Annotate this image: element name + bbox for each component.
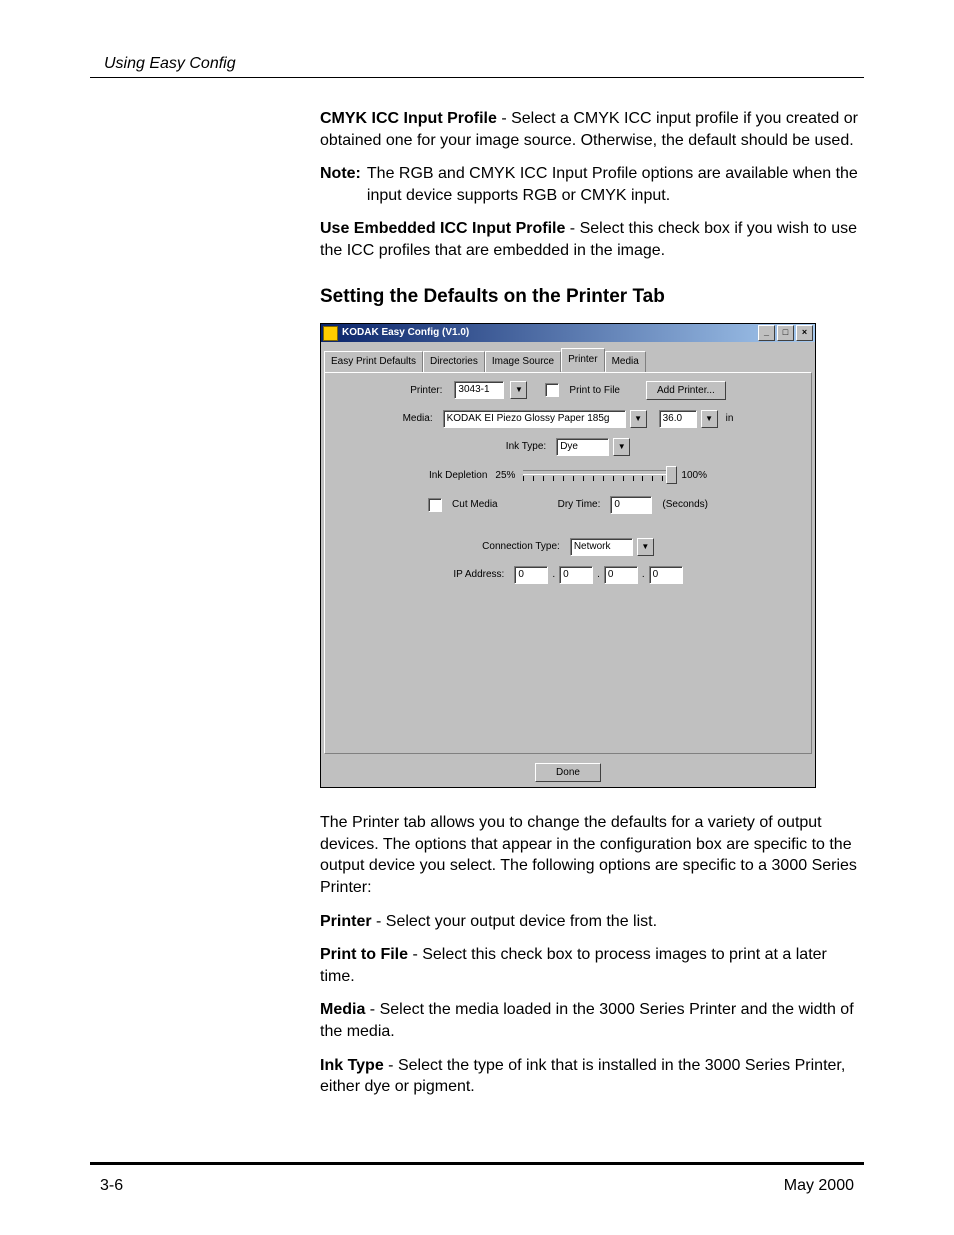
paragraph-after-window: The Printer tab allows you to change the…	[320, 812, 864, 898]
note-text: The RGB and CMYK ICC Input Profile optio…	[367, 163, 864, 206]
note-label: Note:	[320, 163, 361, 206]
tab-image-source[interactable]: Image Source	[485, 351, 561, 373]
add-printer-button[interactable]: Add Printer...	[646, 381, 726, 401]
paragraph-cmyk: CMYK ICC Input Profile - Select a CMYK I…	[320, 108, 864, 151]
cut-media-checkbox[interactable]	[428, 498, 442, 512]
printer-dropdown-icon[interactable]: ▼	[510, 381, 527, 399]
ip-address-label: IP Address:	[453, 568, 510, 582]
connection-type-dropdown-icon[interactable]: ▼	[637, 538, 654, 556]
connection-type-label: Connection Type:	[482, 540, 566, 554]
titlebar[interactable]: KODAK Easy Config (V1.0) _ □ ×	[321, 324, 815, 342]
printer-tab-panel: Printer: 3043-1 ▼ Print to File Add Prin…	[324, 372, 812, 754]
window-title: KODAK Easy Config (V1.0)	[342, 326, 469, 340]
dry-time-input[interactable]: 0	[610, 496, 652, 514]
printer-select[interactable]: 3043-1	[454, 381, 504, 399]
media-select[interactable]: KODAK EI Piezo Glossy Paper 185g	[443, 410, 626, 428]
tab-printer[interactable]: Printer	[561, 348, 604, 372]
footer-date: May 2000	[784, 1177, 854, 1195]
section-heading: Setting the Defaults on the Printer Tab	[320, 284, 864, 310]
print-to-file-checkbox[interactable]	[545, 383, 559, 397]
easy-config-window: KODAK Easy Config (V1.0) _ □ × Easy Prin…	[320, 323, 816, 788]
note-block: Note: The RGB and CMYK ICC Input Profile…	[320, 163, 864, 206]
page-number: 3-6	[100, 1177, 123, 1195]
option-media: Media - Select the media loaded in the 3…	[320, 999, 864, 1042]
media-width-select[interactable]: 36.0	[659, 410, 697, 428]
running-header-left: Using Easy Config	[104, 55, 236, 73]
paragraph-embedded-icc: Use Embedded ICC Input Profile - Select …	[320, 218, 864, 261]
ip-octet-4[interactable]: 0	[649, 566, 683, 584]
printer-label: Printer:	[410, 384, 448, 398]
connection-type-select[interactable]: Network	[570, 538, 633, 556]
dry-time-label: Dry Time:	[558, 498, 601, 512]
slider-thumb[interactable]	[666, 466, 677, 484]
done-button[interactable]: Done	[535, 763, 601, 782]
media-unit-label: in	[726, 412, 734, 426]
ink-depletion-min: 25%	[495, 469, 515, 483]
dry-time-unit: (Seconds)	[662, 498, 708, 512]
ip-octet-3[interactable]: 0	[604, 566, 638, 584]
ink-type-label: Ink Type:	[506, 440, 552, 454]
print-to-file-label: Print to File	[569, 384, 620, 398]
ip-octet-1[interactable]: 0	[514, 566, 548, 584]
tab-easy-print-defaults[interactable]: Easy Print Defaults	[324, 351, 423, 373]
close-button[interactable]: ×	[796, 325, 813, 341]
footer-rule	[90, 1162, 864, 1165]
minimize-button[interactable]: _	[758, 325, 775, 341]
tab-media[interactable]: Media	[605, 351, 646, 373]
app-icon	[323, 326, 338, 341]
option-ink-type: Ink Type - Select the type of ink that i…	[320, 1055, 864, 1098]
ink-depletion-label: Ink Depletion	[429, 469, 487, 483]
option-print-to-file: Print to File - Select this check box to…	[320, 944, 864, 987]
ip-octet-2[interactable]: 0	[559, 566, 593, 584]
ink-depletion-max: 100%	[681, 469, 707, 483]
maximize-button[interactable]: □	[777, 325, 794, 341]
option-printer: Printer - Select your output device from…	[320, 911, 864, 933]
media-dropdown-icon[interactable]: ▼	[630, 410, 647, 428]
tab-bar: Easy Print Defaults Directories Image So…	[321, 342, 815, 372]
header-rule	[90, 77, 864, 78]
cut-media-label: Cut Media	[452, 498, 498, 512]
media-width-dropdown-icon[interactable]: ▼	[701, 410, 718, 428]
ink-type-select[interactable]: Dye	[556, 438, 609, 456]
ink-type-dropdown-icon[interactable]: ▼	[613, 438, 630, 456]
ink-depletion-slider[interactable]	[523, 466, 673, 486]
media-label: Media:	[403, 412, 439, 426]
tab-directories[interactable]: Directories	[423, 351, 485, 373]
